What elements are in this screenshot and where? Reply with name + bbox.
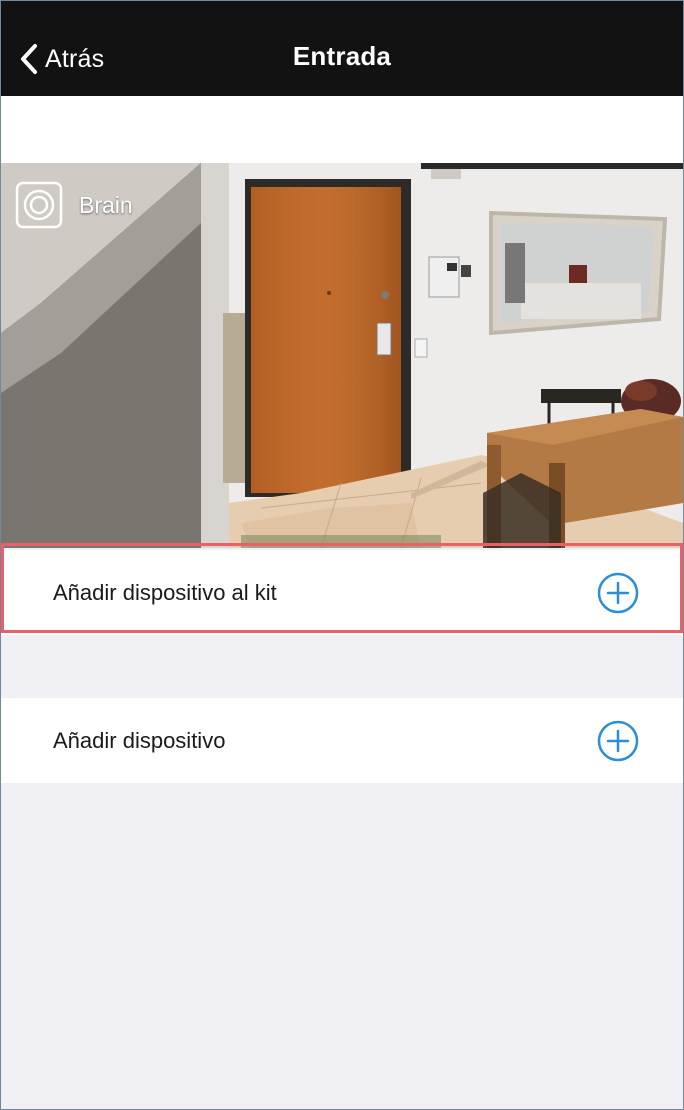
camera-name: Brain — [79, 191, 133, 218]
add-device-label: Añadir dispositivo — [53, 727, 226, 753]
camera-ring-icon — [15, 181, 63, 229]
page-title: Entrada — [292, 41, 392, 71]
add-device-row[interactable]: Añadir dispositivo — [1, 698, 683, 783]
header-spacer — [1, 96, 683, 163]
plus-circle-icon[interactable] — [597, 720, 639, 762]
add-device-to-kit-label: Añadir dispositivo al kit — [53, 579, 277, 605]
add-device-to-kit-row[interactable]: Añadir dispositivo al kit — [1, 550, 683, 635]
camera-badge: Brain — [15, 181, 133, 229]
camera-preview[interactable]: Brain — [1, 163, 683, 548]
navigation-bar: Atrás Entrada — [1, 1, 683, 96]
plus-circle-icon[interactable] — [597, 572, 639, 614]
app-screen: Atrás Entrada Brain Añadir dispositivo a… — [0, 0, 684, 1110]
